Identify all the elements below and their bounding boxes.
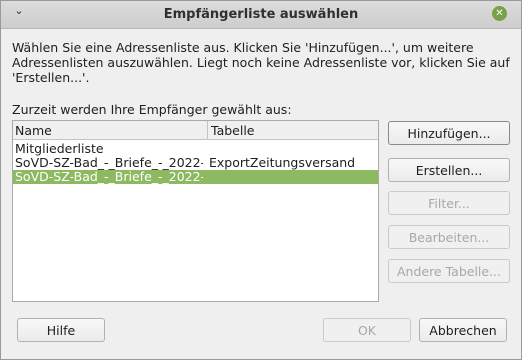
dialog-title: Empfängerliste auswählen <box>163 7 359 22</box>
list-item[interactable]: Mitgliederliste <box>13 142 378 156</box>
description-text: Wählen Sie eine Adressenliste aus. Klick… <box>12 40 510 85</box>
address-list[interactable]: Name Tabelle Mitgliederliste SoVD-SZ-Bad… <box>12 120 379 302</box>
list-item-name: SoVD-SZ-Bad_-_Briefe_-_2022-0 <box>15 170 203 184</box>
column-separator[interactable] <box>207 121 208 139</box>
list-item-table: ExportZeitungsversand <box>209 155 356 170</box>
dialog-window: ⌄ Empfängerliste auswählen ✕ Wählen Sie … <box>0 0 522 360</box>
create-button[interactable]: Erstellen... <box>388 158 510 182</box>
ok-button[interactable]: OK <box>323 318 411 342</box>
edit-button[interactable]: Bearbeiten... <box>388 225 510 249</box>
list-label: Zurzeit werden Ihre Empfänger gewählt au… <box>12 102 292 117</box>
filter-button[interactable]: Filter... <box>388 191 510 215</box>
list-item[interactable]: SoVD-SZ-Bad_-_Briefe_-_2022-0 ExportZeit… <box>13 156 378 170</box>
cancel-button[interactable]: Abbrechen <box>419 318 507 342</box>
list-header: Name Tabelle <box>13 121 378 140</box>
add-button[interactable]: Hinzufügen... <box>388 121 510 145</box>
list-item-selected[interactable]: SoVD-SZ-Bad_-_Briefe_-_2022-0 <box>13 170 378 184</box>
column-header-name[interactable]: Name <box>15 123 52 138</box>
other-table-button[interactable]: Andere Tabelle... <box>388 259 510 283</box>
title-bar[interactable]: ⌄ Empfängerliste auswählen ✕ <box>1 1 521 29</box>
list-item-name: SoVD-SZ-Bad_-_Briefe_-_2022-0 <box>15 156 203 170</box>
list-item-name: Mitgliederliste <box>15 142 104 156</box>
help-button[interactable]: Hilfe <box>17 318 105 342</box>
close-icon[interactable]: ✕ <box>492 6 507 21</box>
column-header-table[interactable]: Tabelle <box>211 123 255 138</box>
